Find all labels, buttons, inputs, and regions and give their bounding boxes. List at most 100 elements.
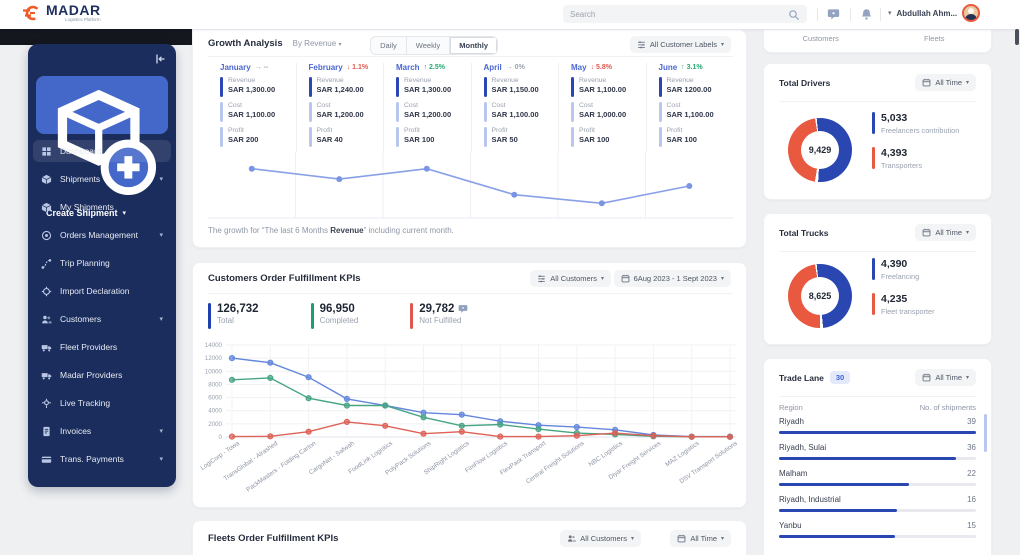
month-column-may: May ↓ 5.8% Revenue SAR 1,100.00 Cost SAR 1,00… xyxy=(558,63,646,152)
create-shipment-button[interactable]: Create Shipment ▾ xyxy=(36,76,168,218)
sidebar-item-invoices[interactable]: Invoices ▾ xyxy=(33,420,171,442)
sidebar-item-live-tracking[interactable]: Live Tracking xyxy=(33,392,171,414)
legend-value: 4,390 xyxy=(881,258,908,270)
sidebar-collapse-icon[interactable] xyxy=(154,52,166,64)
sidebar-item-dashboard[interactable]: Dashboard xyxy=(33,140,171,162)
sidebar-item-customers[interactable]: Customers ▾ xyxy=(33,308,171,330)
chevron-down-icon: ▾ xyxy=(600,276,604,282)
tab-customers[interactable]: Customers xyxy=(764,30,878,52)
metric-value: SAR 40 xyxy=(316,135,343,144)
all-customers-filter[interactable]: All Customers ▾ xyxy=(530,270,611,287)
trade-bar-track xyxy=(779,535,976,538)
page-scrollbar[interactable] xyxy=(1015,29,1019,45)
metric-label: Cost xyxy=(228,102,242,109)
trade-col-shipments: No. of shipments xyxy=(919,403,976,412)
chevron-down-icon: ▾ xyxy=(965,230,969,236)
sidebar-item-label: Import Declaration xyxy=(60,286,130,296)
metric-value: SAR 100 xyxy=(666,135,697,144)
notifications-bell-icon[interactable] xyxy=(860,8,873,21)
sidebar-item-label: Customers xyxy=(60,314,102,324)
month-trend: ↑ 2.5% xyxy=(423,64,445,71)
metric-value: SAR 1,300.00 xyxy=(228,85,276,94)
metric-rev: Revenue SAR 1,150.00 xyxy=(483,77,559,97)
month-name: March xyxy=(396,63,420,72)
kpi-label: Total xyxy=(217,316,234,325)
sidebar-nav: Dashboard Shipments ▾ My Shipments Orders Ma… xyxy=(33,140,171,476)
kpi-value: 96,950 xyxy=(319,303,355,315)
metric-cost: Cost SAR 1,200.00 xyxy=(396,102,471,122)
metric-prof: Profit SAR 50 xyxy=(483,127,559,147)
sidebar-item-madar-providers[interactable]: Madar Providers xyxy=(33,364,171,386)
madar-logo[interactable]: MADAR Logistics Platform xyxy=(22,3,101,23)
svg-text:10000: 10000 xyxy=(205,368,223,375)
card-icon xyxy=(41,454,52,465)
legend-item-fleet-transporter: 4,235 Fleet transporter xyxy=(872,293,984,316)
customer-labels-filter[interactable]: All Customer Labels ▾ xyxy=(629,36,731,53)
total-drivers-card: Total Drivers All Time ▾ 9,429 5,033 Free… xyxy=(763,63,992,200)
kpi-value: 29,782 xyxy=(419,303,468,315)
all-time-filter[interactable]: All Time ▾ xyxy=(915,224,976,241)
growth-line-chart xyxy=(208,152,733,220)
svg-text:NBC Logistics: NBC Logistics xyxy=(588,440,624,468)
svg-text:0: 0 xyxy=(219,434,223,441)
metric-label: Revenue xyxy=(316,77,344,84)
user-name: Abdullah Ahm... xyxy=(896,8,958,18)
kpi-bar xyxy=(410,303,414,329)
trade-bar-fill xyxy=(779,509,898,512)
target-icon xyxy=(41,230,52,241)
people-icon xyxy=(41,314,52,325)
trade-region: Yanbu xyxy=(779,521,802,530)
metric-label: Cost xyxy=(579,102,593,109)
sidebar-item-my-shipments[interactable]: My Shipments xyxy=(33,196,171,218)
metric-cost: Cost SAR 1,100.00 xyxy=(220,102,296,122)
sidebar-item-import-declaration[interactable]: Import Declaration xyxy=(33,280,171,302)
messages-icon[interactable] xyxy=(827,8,840,21)
metric-bar xyxy=(220,127,223,147)
sidebar-item-trip-planning[interactable]: Trip Planning xyxy=(33,252,171,274)
divider xyxy=(817,8,818,21)
metric-value: SAR 100 xyxy=(404,135,435,144)
metric-prof: Profit SAR 100 xyxy=(571,127,646,147)
metric-bar xyxy=(483,127,487,147)
sidebar-item-label: My Shipments xyxy=(60,202,114,212)
legend-value: 4,393 xyxy=(881,147,908,159)
trade-lane-scrollbar[interactable] xyxy=(984,414,987,452)
sidebar-item-label: Orders Management xyxy=(60,230,138,240)
all-time-filter[interactable]: All Time ▾ xyxy=(915,74,976,91)
legend-label: Fleet transporter xyxy=(881,307,935,316)
sidebar-item-fleet-providers[interactable]: Fleet Providers xyxy=(33,336,171,358)
all-time-filter[interactable]: All Time ▾ xyxy=(670,530,731,547)
date-range-filter[interactable]: 6Aug 2023 - 1 Sept 2023 ▾ xyxy=(613,270,731,287)
sidebar-item-orders-management[interactable]: Orders Management ▾ xyxy=(33,224,171,246)
trade-lane-card: Trade Lane 30 All Time ▾ Region No. of s… xyxy=(763,358,992,555)
avatar[interactable] xyxy=(962,4,981,22)
metric-bar xyxy=(308,127,312,147)
trade-shipments-count: 15 xyxy=(967,521,976,530)
customers-kpis-title: Customers Order Fulfillment KPIs xyxy=(208,273,361,284)
by-revenue-dropdown[interactable]: By Revenue ▾ xyxy=(293,39,342,48)
period-button-monthly[interactable]: Monthly xyxy=(450,37,497,54)
kpi-label: Completed xyxy=(319,316,359,325)
metric-bar xyxy=(396,102,399,122)
truck-icon xyxy=(41,342,52,353)
trade-region: Malham xyxy=(779,469,808,478)
user-menu[interactable]: ▾ Abdullah Ahm... xyxy=(888,4,981,22)
trucks-legend: 4,390 Freelancing 4,235 Fleet transporter xyxy=(872,258,984,328)
period-button-daily[interactable]: Daily xyxy=(371,37,407,54)
svg-text:6000: 6000 xyxy=(208,395,222,402)
tab-fleets[interactable]: Fleets xyxy=(878,30,992,52)
period-button-weekly[interactable]: Weekly xyxy=(407,37,451,54)
search-input[interactable] xyxy=(570,9,788,19)
metric-value: SAR 1,000.00 xyxy=(579,110,627,119)
trade-region: Riyadh, Sulai xyxy=(779,443,827,452)
all-customers-filter[interactable]: All Customers ▾ xyxy=(560,530,641,547)
all-time-filter[interactable]: All Time ▾ xyxy=(915,369,976,386)
trade-bar-fill xyxy=(779,431,976,434)
trade-lane-count-badge: 30 xyxy=(829,371,851,384)
sidebar-item-trans-payments[interactable]: Trans. Payments ▾ xyxy=(33,448,171,470)
total-drivers-title: Total Drivers xyxy=(779,77,831,88)
search-bar[interactable] xyxy=(563,5,807,23)
sidebar-item-shipments[interactable]: Shipments ▾ xyxy=(33,168,171,190)
divider xyxy=(779,101,976,102)
metric-label: Cost xyxy=(316,102,331,109)
